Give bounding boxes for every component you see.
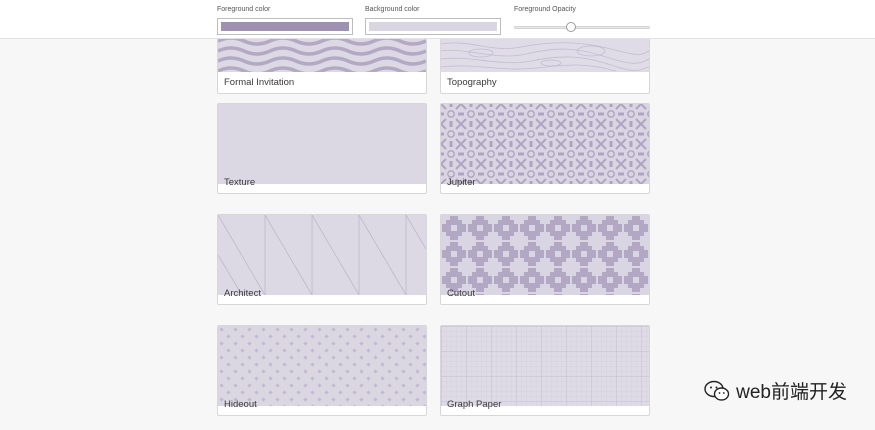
pattern-name: Graph Paper (447, 399, 502, 410)
foreground-color-swatch (221, 22, 349, 31)
graph-paper-pattern-icon (441, 326, 649, 406)
foreground-opacity-slider[interactable] (514, 22, 650, 32)
watermark-text: web前端开发 (736, 382, 847, 403)
jupiter-pattern-icon (441, 104, 649, 184)
architect-pattern-icon (218, 215, 426, 295)
wechat-icon (704, 380, 730, 401)
pattern-card-formal-invitation[interactable]: Formal Invitation (217, 38, 427, 94)
pattern-card-hideout[interactable]: Hideout (217, 325, 427, 416)
background-color-swatch (369, 22, 497, 31)
pattern-name: Topography (447, 77, 497, 88)
pattern-grid: Formal Invitation Topography Texture Jup… (0, 0, 875, 430)
pattern-name: Architect (224, 288, 261, 299)
pattern-card-cutout[interactable]: Cutout (440, 214, 650, 305)
pattern-name: Hideout (224, 399, 257, 410)
pattern-card-texture[interactable]: Texture (217, 103, 427, 194)
foreground-color-label: Foreground color (217, 6, 271, 13)
pattern-card-topography[interactable]: Topography (440, 38, 650, 94)
texture-pattern-icon (218, 104, 426, 184)
foreground-color-control: Foreground color (217, 5, 353, 35)
pattern-name: Jupiter (447, 177, 476, 188)
background-color-label: Background color (365, 6, 420, 13)
pattern-card-architect[interactable]: Architect (217, 214, 427, 305)
top-toolbar: Foreground color Background color Foregr… (0, 0, 875, 39)
watermark: web前端开发 (704, 377, 847, 404)
pattern-name: Texture (224, 177, 256, 188)
slider-track[interactable] (514, 26, 650, 29)
hideout-pattern-icon (218, 326, 426, 406)
pattern-card-graph-paper[interactable]: Graph Paper (440, 325, 650, 416)
background-color-control: Background color (365, 5, 501, 35)
topography-pattern-icon (441, 39, 649, 72)
wave-pattern-icon (218, 39, 426, 72)
pattern-name: Formal Invitation (224, 77, 295, 88)
pattern-card-jupiter[interactable]: Jupiter (440, 103, 650, 194)
foreground-opacity-control: Foreground Opacity (514, 5, 650, 32)
cutout-pattern-icon (441, 215, 649, 295)
slider-thumb[interactable] (566, 22, 577, 32)
background-color-picker[interactable] (365, 18, 501, 35)
foreground-color-picker[interactable] (217, 18, 353, 35)
pattern-name: Cutout (447, 288, 475, 299)
foreground-opacity-label: Foreground Opacity (514, 6, 576, 13)
